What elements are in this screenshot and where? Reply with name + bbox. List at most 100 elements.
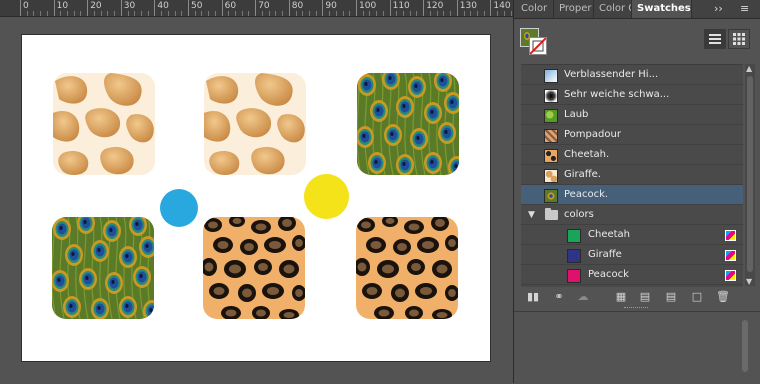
place-swatch-icon[interactable]: ⚭: [552, 290, 566, 304]
process-color-icon: [725, 230, 736, 241]
ruler-tick: [188, 0, 189, 16]
ruler-label: 30: [123, 1, 136, 11]
swatch-list[interactable]: Verblassender Hi... Sehr weiche schwa...…: [521, 64, 743, 287]
ruler-label: 140: [493, 1, 511, 11]
ruler-label: 110: [392, 1, 410, 11]
tab-color[interactable]: Color: [516, 0, 554, 18]
ruler-minor-tick: [335, 11, 337, 16]
ruler-minor-tick: [362, 11, 364, 16]
ruler-minor-tick: [268, 11, 270, 16]
fill-stroke-indicator[interactable]: [520, 28, 548, 56]
ruler-minor-tick: [167, 11, 169, 16]
tile-cheetah-2[interactable]: [356, 217, 458, 319]
ruler-minor-tick: [60, 11, 62, 16]
more-tabs-icon[interactable]: ››: [714, 0, 723, 18]
ruler-label: 10: [56, 1, 69, 11]
color-group-row[interactable]: ▼ colors: [521, 205, 743, 225]
panel-menu-icon[interactable]: ≡: [740, 0, 749, 18]
ruler-minor-tick: [282, 11, 284, 16]
swatch-row[interactable]: Peacock: [521, 265, 743, 285]
scroll-down-icon[interactable]: ▼: [746, 277, 752, 286]
ruler-minor-tick: [248, 11, 250, 16]
ruler-label: 70: [258, 1, 270, 11]
ruler-label: 40: [157, 1, 169, 11]
ruler-tick: [288, 0, 290, 16]
swatch-thumb: [544, 169, 558, 183]
ruler-minor-tick: [134, 11, 136, 16]
list-lines-icon: [709, 34, 721, 44]
new-color-group-icon[interactable]: ▤: [664, 290, 678, 304]
ruler-minor-tick: [194, 11, 196, 16]
ruler-minor-tick: [107, 11, 109, 16]
process-color-icon: [725, 250, 736, 261]
scroll-up-icon[interactable]: ▲: [746, 64, 752, 73]
swatch-label: Verblassender Hi...: [564, 69, 659, 80]
yellow-circle[interactable]: [304, 174, 349, 219]
tab-swatches[interactable]: Swatches: [632, 0, 692, 18]
tile-peacock-2[interactable]: [52, 217, 154, 319]
ruler-minor-tick: [443, 11, 445, 16]
scroll-thumb[interactable]: [747, 76, 753, 272]
tile-cheetah-1[interactable]: [203, 217, 305, 319]
ruler-minor-tick: [235, 11, 237, 16]
ruler-minor-tick: [80, 11, 82, 16]
swatch-row[interactable]: Cheetah: [521, 225, 743, 245]
tab-color-guide[interactable]: Color G: [594, 0, 632, 18]
tab-properties[interactable]: Proper: [554, 0, 594, 18]
ruler-minor-tick: [114, 11, 116, 16]
ruler-minor-tick: [161, 11, 163, 16]
show-kinds-icon[interactable]: ▦: [614, 290, 628, 304]
swatch-options-icon[interactable]: ▤: [638, 290, 652, 304]
ruler-tick: [20, 0, 21, 16]
list-view-icon[interactable]: [704, 29, 726, 49]
ruler-minor-tick: [403, 11, 405, 16]
ruler-minor-tick: [409, 11, 411, 16]
swatch-row[interactable]: Giraffe: [521, 245, 743, 265]
swatch-row[interactable]: Laub: [521, 105, 743, 125]
blue-circle[interactable]: [160, 189, 198, 227]
swatch-row-selected[interactable]: Peacock.: [521, 185, 743, 205]
scroll-thumb[interactable]: [742, 320, 748, 372]
horizontal-ruler: 0 10 20 30 40 50 60 70 80 90 100 110 120 130 140: [0, 0, 513, 17]
swatch-thumb: [567, 269, 581, 283]
ruler-minor-tick: [315, 11, 317, 16]
swatch-row[interactable]: Verblassender Hi...: [521, 65, 743, 85]
chevron-down-icon[interactable]: ▼: [528, 205, 535, 225]
stroke-none-swatch[interactable]: [529, 37, 547, 55]
ruler-minor-tick: [503, 11, 505, 16]
swatch-row[interactable]: Pompadour: [521, 125, 743, 145]
swatch-list-scrollbar[interactable]: ▲ ▼: [745, 64, 755, 286]
ruler-minor-tick: [228, 11, 230, 16]
ruler-minor-tick: [127, 11, 129, 16]
ruler-tick: [490, 0, 492, 16]
swatch-thumb: [544, 189, 558, 203]
ruler-minor-tick: [436, 11, 438, 16]
canvas-area[interactable]: [0, 17, 513, 383]
panel-dock-scrollbar[interactable]: [739, 316, 751, 378]
grid-squares-icon: [733, 33, 745, 45]
tile-giraffe-2[interactable]: [204, 73, 306, 175]
panel-tabbar: Color Proper Color G Swatches ›› ≡: [514, 0, 760, 19]
swatch-label: Peacock.: [564, 189, 609, 200]
tile-giraffe-1[interactable]: [53, 73, 155, 175]
ruler-label: 80: [291, 1, 304, 11]
ruler-minor-tick: [73, 11, 75, 16]
ruler-minor-tick: [208, 11, 210, 16]
swatch-libraries-icon[interactable]: ▮▮: [526, 290, 540, 304]
grid-view-icon[interactable]: [728, 29, 750, 49]
swatch-controls: [514, 20, 760, 62]
artboard[interactable]: [22, 35, 490, 361]
tile-peacock-1[interactable]: [357, 73, 459, 175]
ruler-minor-tick: [275, 11, 277, 16]
cloud-icon[interactable]: ☁: [576, 290, 590, 304]
ruler-tick: [356, 0, 357, 16]
swatch-row[interactable]: Cheetah.: [521, 145, 743, 165]
new-swatch-icon[interactable]: □: [690, 290, 704, 304]
swatch-row[interactable]: Sehr weiche schwa...: [521, 85, 743, 105]
swatch-thumb: [544, 69, 558, 83]
swatch-row[interactable]: Giraffe.: [521, 165, 743, 185]
ruler-tick: [53, 0, 55, 16]
swatch-thumb: [567, 249, 581, 263]
none-slash-icon: [530, 38, 546, 54]
delete-swatch-icon[interactable]: 🗑: [716, 290, 730, 304]
